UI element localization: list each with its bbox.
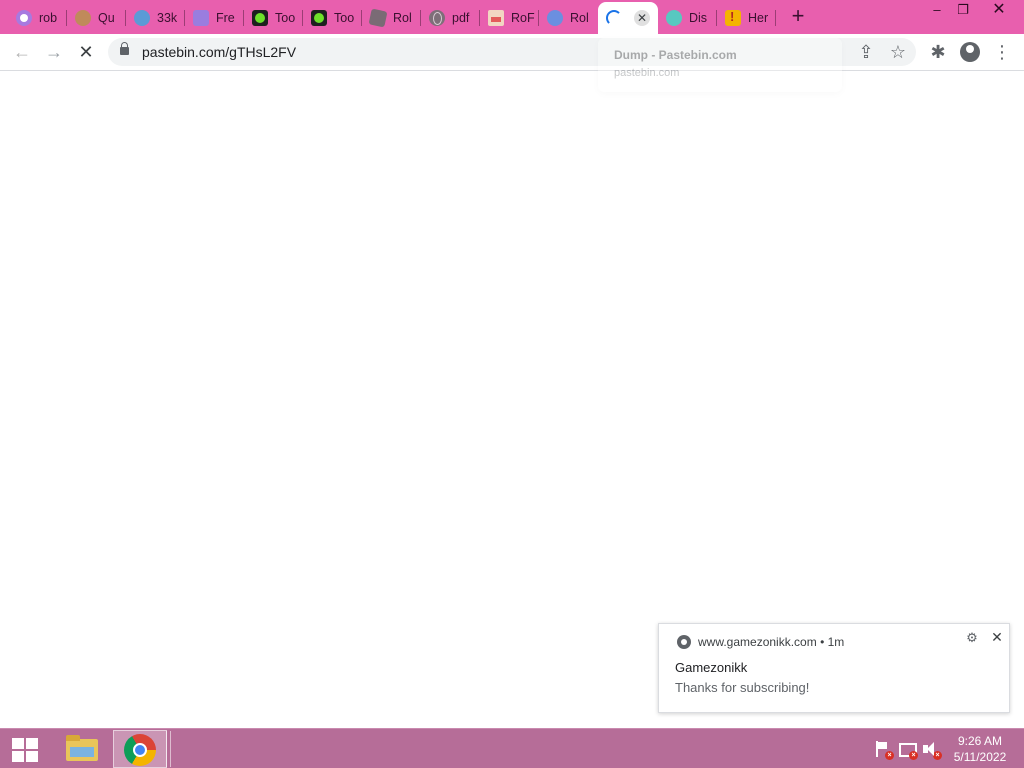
bookmark-star-icon[interactable]: ☆ xyxy=(884,38,912,66)
tab-strip: rob Qu 33k Fre Too Too Rol pdf RoF Rol ✕… xyxy=(0,0,1024,34)
notification-title: Gamezonikk xyxy=(675,660,748,675)
menu-kebab-icon[interactable]: ⋮ xyxy=(988,38,1016,66)
tab-item[interactable]: rob xyxy=(8,2,67,34)
tab-item[interactable]: Too xyxy=(244,2,303,34)
tray-error-badge: × xyxy=(885,751,894,760)
taskbar: × × × 9:26 AM 5/11/2022 xyxy=(0,728,1024,768)
profile-icon xyxy=(960,42,980,62)
folder-icon xyxy=(66,735,98,761)
tab-label: Too xyxy=(334,11,355,25)
tab-item[interactable]: Her xyxy=(717,2,776,34)
tab-label: RoF xyxy=(511,11,535,25)
tab-label: 33k xyxy=(157,11,178,25)
warning-icon xyxy=(725,9,741,26)
meteor-icon xyxy=(134,10,150,26)
back-button[interactable]: ← xyxy=(8,38,36,66)
push-notification[interactable]: www.gamezonikk.com • 1m ⚙ ✕ Gamezonikk T… xyxy=(658,623,1010,713)
tab-label: rob xyxy=(39,11,58,25)
green-gear-icon xyxy=(311,10,327,26)
avatar-icon xyxy=(75,10,91,26)
loading-spinner-icon xyxy=(606,10,622,26)
tab-item[interactable]: Fre xyxy=(185,2,244,34)
tab-label: Her xyxy=(748,11,769,25)
url-text[interactable]: pastebin.com/gTHsL2FV xyxy=(142,44,296,60)
forward-button[interactable]: → xyxy=(40,38,68,66)
notification-source: www.gamezonikk.com • 1m xyxy=(698,635,844,649)
system-clock[interactable]: 9:26 AM 5/11/2022 xyxy=(948,733,1012,765)
tab-item[interactable]: Too xyxy=(303,2,362,34)
discord-icon xyxy=(666,10,682,26)
extensions-puzzle-icon[interactable]: ✱ xyxy=(924,38,952,66)
tab-label: Qu xyxy=(98,11,115,25)
ball-icon xyxy=(547,10,563,26)
tray-error-badge: × xyxy=(933,751,942,760)
tab-label: Rol xyxy=(570,11,589,25)
share-icon[interactable]: ⇪ xyxy=(852,38,880,66)
clock-time: 9:26 AM xyxy=(957,734,1003,748)
windows-logo-icon xyxy=(26,738,38,749)
tab-item[interactable]: Dis xyxy=(658,2,717,34)
tab-item[interactable]: pdf xyxy=(421,2,480,34)
tab-item[interactable]: Rol xyxy=(539,2,598,34)
tray-error-badge: × xyxy=(909,751,918,760)
start-button[interactable] xyxy=(8,736,40,762)
tab-label: Too xyxy=(275,11,296,25)
tab-label: Dis xyxy=(689,11,708,25)
network-icon[interactable]: × xyxy=(897,740,918,760)
chrome-logo-icon xyxy=(124,734,156,766)
chrome-icon xyxy=(677,635,691,649)
profile-avatar-button[interactable] xyxy=(956,38,984,66)
notification-message: Thanks for subscribing! xyxy=(675,680,810,695)
restore-button[interactable]: ❐ xyxy=(946,0,980,22)
close-window-button[interactable]: ✕ xyxy=(982,0,1016,22)
active-tab[interactable]: ✕ xyxy=(598,2,658,34)
windows-logo-icon xyxy=(26,751,38,762)
tab-item[interactable]: RoF xyxy=(480,2,539,34)
action-center-flag-icon[interactable]: × xyxy=(873,740,894,760)
notification-site: www.gamezonikk.com xyxy=(698,635,817,649)
book-icon xyxy=(193,10,209,26)
roblox-icon xyxy=(368,8,388,28)
stop-loading-button[interactable]: ✕ xyxy=(72,38,100,66)
chrome-swirl-icon xyxy=(16,10,32,26)
tab-item[interactable]: 33k xyxy=(126,2,185,34)
notification-age: 1m xyxy=(827,635,845,649)
tab-close-button[interactable]: ✕ xyxy=(634,10,650,26)
volume-muted-icon[interactable]: × xyxy=(921,740,942,760)
tab-label: pdf xyxy=(452,11,470,25)
windows-logo-icon xyxy=(12,738,24,749)
file-explorer-button[interactable] xyxy=(60,731,104,767)
tab-item[interactable]: Rol xyxy=(362,2,421,34)
tab-list: rob Qu 33k Fre Too Too Rol pdf RoF Rol ✕… xyxy=(8,2,776,34)
chrome-taskbar-button[interactable] xyxy=(113,730,171,768)
hover-card-title: Dump - Pastebin.com xyxy=(614,48,737,62)
notification-separator: • xyxy=(820,635,825,649)
tab-label: Rol xyxy=(393,11,412,25)
tab-label: Fre xyxy=(216,11,235,25)
tab-item[interactable]: Qu xyxy=(67,2,126,34)
windows-logo-icon xyxy=(12,751,24,762)
lock-icon[interactable] xyxy=(120,42,129,55)
new-tab-button[interactable]: + xyxy=(786,5,810,29)
globe-icon xyxy=(429,10,445,26)
notification-close-button[interactable]: ✕ xyxy=(989,629,1005,645)
clock-date: 5/11/2022 xyxy=(953,750,1007,764)
browser-toolbar: ← → ✕ pastebin.com/gTHsL2FV ⇪ ☆ ✱ ⋮ xyxy=(0,34,1024,71)
notification-settings-gear-icon[interactable]: ⚙ xyxy=(964,630,980,646)
green-gear-icon xyxy=(252,10,268,26)
image-icon xyxy=(488,10,504,26)
